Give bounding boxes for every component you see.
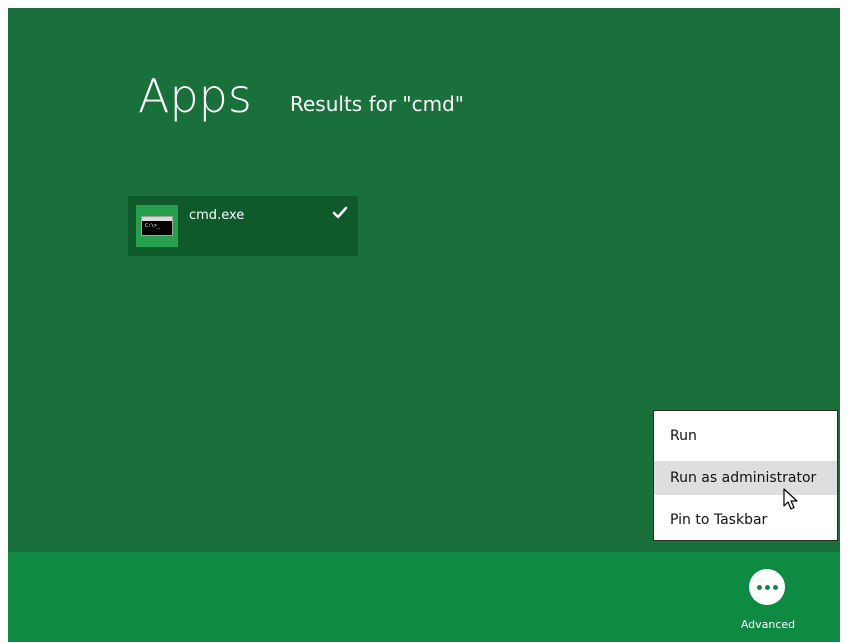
advanced-label: Advanced [740,618,796,631]
menu-item-pin-to-taskbar[interactable]: Pin to Taskbar [654,503,837,537]
result-label: cmd.exe [189,208,245,223]
dot-icon [757,585,762,590]
command-prompt-titlebar [142,217,172,221]
command-prompt-icon: C:\>_ [141,216,173,236]
dot-icon [765,585,770,590]
app-bar [8,552,840,642]
dot-icon [773,585,778,590]
checkmark-icon [332,206,348,219]
menu-item-run[interactable]: Run [654,419,837,453]
command-prompt-text: C:\>_ [145,223,161,229]
start-screen: Apps Results for "cmd" C:\>_ cmd.exe Run… [0,0,854,643]
advanced-button[interactable]: Advanced [730,560,806,636]
search-subtitle: Results for "cmd" [290,92,465,116]
page-title: Apps [138,69,252,123]
context-menu: Run Run as administrator Pin to Taskbar [653,410,838,541]
mouse-cursor-icon [783,488,798,510]
more-dots-icon [749,569,785,605]
result-icon-background: C:\>_ [136,205,178,247]
result-tile-cmd[interactable]: C:\>_ cmd.exe [128,196,358,256]
menu-item-run-as-administrator[interactable]: Run as administrator [654,461,837,495]
